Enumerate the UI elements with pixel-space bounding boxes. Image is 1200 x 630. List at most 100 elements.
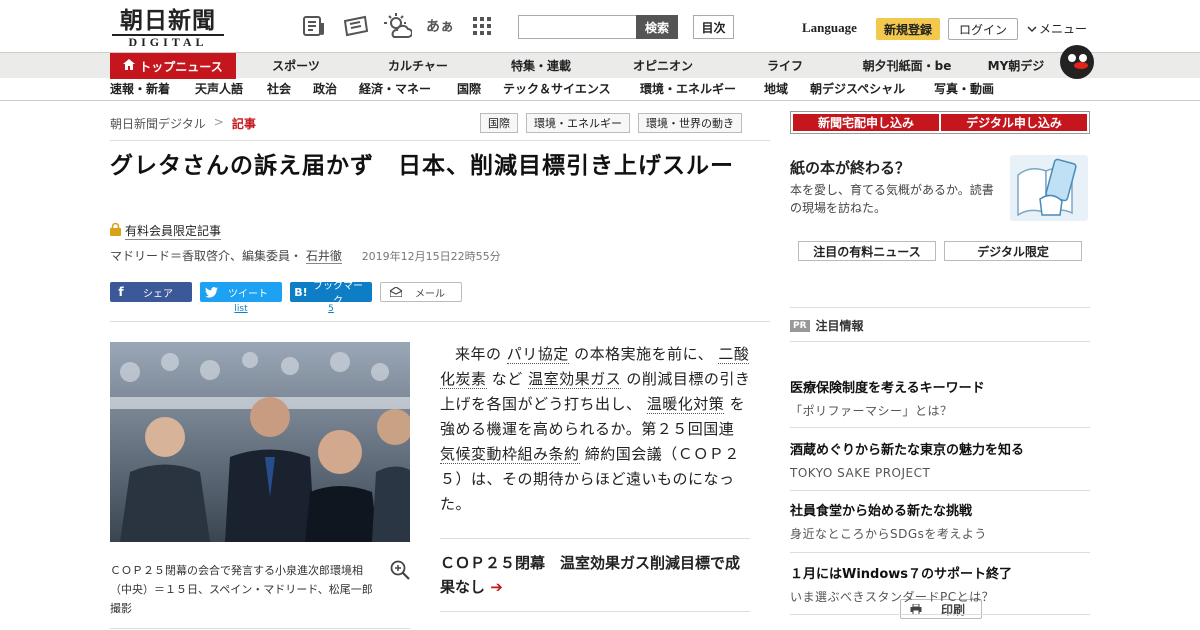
register-button[interactable]: 新規登録 — [876, 18, 940, 40]
nav-item-my[interactable]: MY朝デジ — [988, 53, 1045, 79]
pr-item-title: 酒蔵めぐりから新たな東京の魅力を知る — [790, 443, 1025, 458]
site-logo[interactable]: 朝日新聞 DIGITAL — [112, 8, 224, 49]
search-button[interactable]: 検索 — [636, 15, 678, 39]
pr-item[interactable]: １月にはWindows７のサポート終了 いま選ぶべきスタンダードPCとは？ — [790, 566, 1090, 605]
article-photo[interactable] — [110, 342, 410, 542]
twitter-count[interactable]: list — [200, 304, 282, 314]
nav-item-opinion[interactable]: オピニオン — [633, 53, 693, 79]
hatena-count[interactable]: 5 — [290, 304, 372, 314]
twitter-share-button[interactable]: ツイート list — [200, 282, 282, 314]
sub-item-society[interactable]: 社会 — [267, 78, 291, 101]
nav-item-sports[interactable]: スポーツ — [272, 53, 320, 79]
body-text: 来年の — [455, 345, 507, 363]
header-icons: あぁ — [300, 13, 496, 39]
grid-icon[interactable] — [468, 13, 496, 39]
paid-label[interactable]: 有料会員限定記事 — [125, 222, 222, 240]
divider — [110, 140, 770, 141]
font-size-icon[interactable]: あぁ — [426, 13, 454, 39]
menu-button[interactable]: メニュー — [1027, 20, 1087, 37]
divider — [790, 307, 1090, 308]
search-input[interactable] — [518, 15, 636, 39]
article-body: 来年の パリ協定 の本格実施を前に、 二酸化炭素 など 温室効果ガス の削減目標… — [440, 342, 752, 517]
keyword-link[interactable]: パリ協定 — [506, 345, 569, 364]
hatena-icon: B! — [294, 285, 308, 299]
hatena-bookmark-button[interactable]: B! ブックマーク 5 — [290, 281, 372, 314]
facebook-share-button[interactable]: f シェア — [110, 282, 192, 302]
keyword-link[interactable]: 温室効果ガス — [528, 370, 622, 389]
nav-item-culture[interactable]: カルチャー — [388, 53, 448, 79]
divider — [790, 614, 1090, 615]
search-form: 検索 — [518, 15, 678, 39]
language-link[interactable]: Language — [802, 20, 857, 36]
photo-caption: ＣＯＰ２５閉幕の会合で発言する小泉進次郎環境相（中央）＝１５日、スペイン・マドリ… — [110, 564, 373, 615]
phone-illustration-icon[interactable] — [1010, 155, 1088, 221]
nav-top-news[interactable]: トップニュース — [110, 53, 236, 79]
divider — [790, 552, 1090, 553]
promo-title[interactable]: 紙の本が終わる？ — [790, 157, 910, 178]
author-link[interactable]: 石井徹 — [305, 249, 342, 264]
article-tags: 国際 環境・エネルギー 環境・世界の動き — [480, 113, 742, 133]
sub-item-international[interactable]: 国際 — [457, 78, 481, 101]
hatena-label: ブックマーク — [313, 281, 363, 307]
tag-international[interactable]: 国際 — [480, 113, 518, 133]
sub-item-politics[interactable]: 政治 — [313, 78, 337, 101]
lock-icon — [110, 222, 121, 239]
divider — [790, 341, 1090, 342]
breadcrumb-sep: > — [213, 115, 224, 129]
digital-subscribe-button[interactable]: デジタル申し込み — [941, 114, 1087, 131]
sub-item-tensei[interactable]: 天声人語 — [195, 78, 243, 101]
pr-item[interactable]: 酒蔵めぐりから新たな東京の魅力を知る TOKYO SAKE PROJECT — [790, 442, 1090, 481]
pr-item-title: 社員食堂から始める新たな挑戦 — [790, 504, 973, 519]
paper-subscribe-button[interactable]: 新聞宅配申し込み — [793, 114, 939, 131]
keyword-link[interactable]: 温暖化対策 — [646, 395, 725, 414]
arrow-right-icon: ➔ — [490, 578, 503, 596]
keyword-link[interactable]: 気候変動枠組み条約 — [440, 445, 580, 464]
menu-label: メニュー — [1039, 22, 1088, 36]
breadcrumb: 朝日新聞デジタル > 記事 — [110, 115, 256, 132]
tag-world-env[interactable]: 環境・世界の動き — [638, 113, 742, 133]
mascot-icon — [1060, 45, 1094, 79]
pr-item-sub: 「ポリファーマシー」とは？ — [790, 404, 953, 418]
tab-digital-only[interactable]: デジタル限定 — [944, 241, 1082, 261]
sub-item-economy[interactable]: 経済・マネー — [359, 78, 431, 101]
chevron-down-icon — [1027, 22, 1037, 36]
zoom-icon[interactable] — [390, 560, 410, 580]
pr-item[interactable]: 社員食堂から始める新たな挑戦 身近なところからSDGsを考えよう — [790, 503, 1090, 542]
mail-button[interactable]: メール — [380, 282, 462, 302]
newspaper-icon[interactable] — [300, 13, 328, 39]
related-article-link[interactable]: ＣＯＰ２５閉幕 温室効果ガス削減目標で成果なし ➔ — [440, 538, 750, 612]
twitter-icon — [200, 282, 222, 302]
ticket-icon[interactable] — [342, 13, 370, 39]
pr-badge: PR — [790, 319, 810, 332]
nav-item-paper[interactable]: 朝夕刊紙面・be — [863, 53, 952, 79]
pr-item[interactable]: 医療保険制度を考えるキーワード 「ポリファーマシー」とは？ — [790, 380, 1090, 419]
subscribe-buttons: 新聞宅配申し込み デジタル申し込み — [790, 111, 1090, 134]
breadcrumb-current: 記事 — [231, 117, 256, 131]
body-text: など — [486, 370, 529, 388]
sub-item-breaking[interactable]: 速報・新着 — [110, 78, 170, 101]
pr-item-sub: TOKYO SAKE PROJECT — [790, 466, 931, 480]
nav-item-life[interactable]: ライフ — [767, 53, 803, 79]
sub-item-environment[interactable]: 環境・エネルギー — [640, 78, 736, 101]
tag-environment[interactable]: 環境・エネルギー — [526, 113, 630, 133]
right-tabs: 注目の有料ニュース デジタル限定 — [798, 241, 1082, 261]
login-button[interactable]: ログイン — [948, 18, 1018, 40]
article-title: グレタさんの訴え届かず 日本、削減目標引き上げスルー — [110, 153, 734, 179]
logo-main: 朝日新聞 — [120, 7, 216, 34]
site-header: 朝日新聞 DIGITAL あぁ 検索 目次 Language 新規登録 ログイン… — [0, 0, 1200, 52]
nav-item-features[interactable]: 特集・連載 — [511, 53, 571, 79]
divider — [110, 321, 770, 322]
home-icon — [123, 59, 136, 73]
logo-sub: DIGITAL — [112, 34, 224, 49]
breadcrumb-home[interactable]: 朝日新聞デジタル — [110, 115, 206, 132]
facebook-icon: f — [118, 285, 124, 299]
index-button[interactable]: 目次 — [693, 15, 734, 39]
weather-icon[interactable] — [384, 13, 412, 39]
sub-item-tech[interactable]: テック＆サイエンス — [503, 78, 611, 101]
sub-item-special[interactable]: 朝デジスペシャル — [810, 78, 905, 101]
sub-item-region[interactable]: 地域 — [764, 78, 788, 101]
publish-date: 2019年12月15日22時55分 — [361, 250, 501, 263]
sub-item-photo[interactable]: 写真・動画 — [934, 78, 994, 101]
twitter-label: ツイート — [228, 288, 268, 300]
tab-paid-news[interactable]: 注目の有料ニュース — [798, 241, 936, 261]
